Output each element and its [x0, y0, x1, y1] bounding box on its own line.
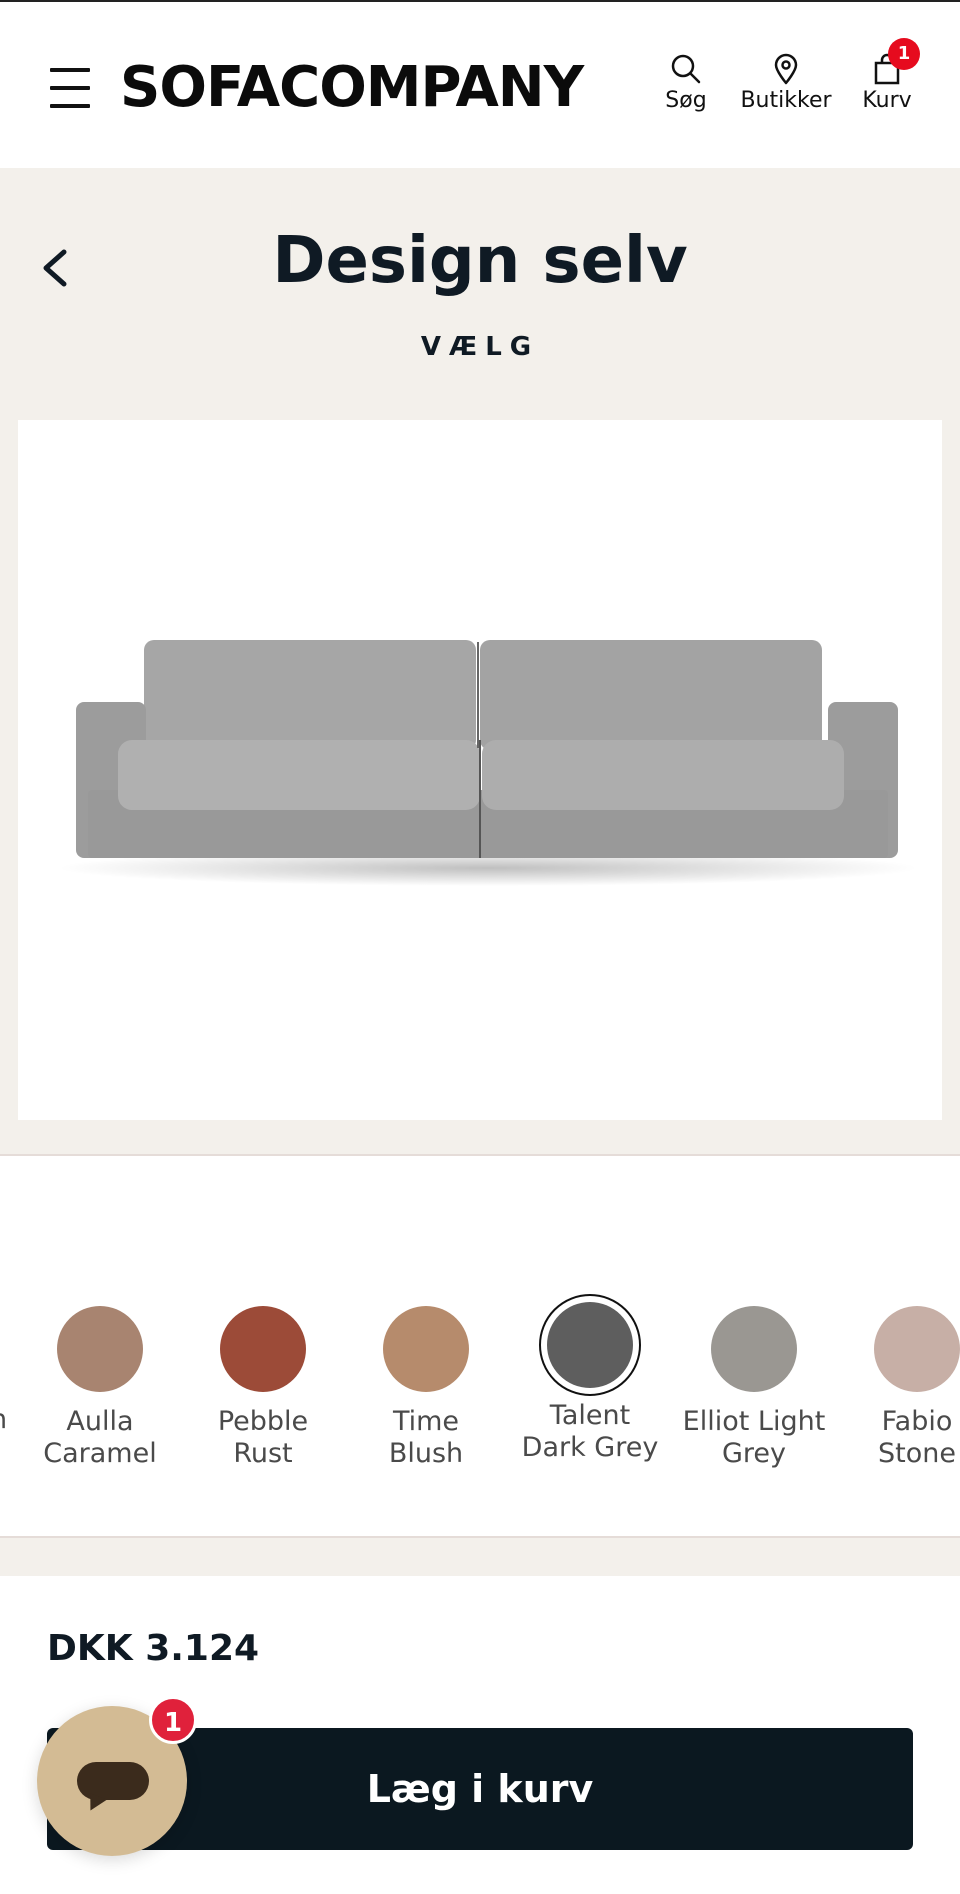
swatch-pebble-rust[interactable]: Pebble Rust — [183, 1306, 343, 1470]
swatch-label: Aulla Caramel — [43, 1406, 157, 1469]
site-logo[interactable]: SOFACOMPANY — [120, 48, 584, 128]
cart-label: Kurv — [862, 88, 912, 113]
page-title: Design selv — [272, 224, 688, 298]
swatch-color — [711, 1306, 797, 1392]
chat-notification-badge: 1 — [149, 1696, 197, 1744]
section-divider — [0, 1538, 960, 1576]
swatch-color — [220, 1306, 306, 1392]
chat-launcher-button[interactable]: 1 — [37, 1696, 197, 1856]
swatch-time-blush[interactable]: Time Blush — [346, 1306, 506, 1470]
swatch-color — [547, 1302, 633, 1388]
swatch-talent-dark-grey[interactable]: Talent Dark Grey — [510, 1294, 670, 1464]
search-button[interactable]: Søg — [664, 52, 708, 113]
swatch-label: Pebble Rust — [217, 1406, 309, 1469]
product-price: DKK 3.124 — [47, 1628, 260, 1669]
chat-bubble-icon — [77, 1762, 149, 1800]
cart-count-badge: 1 — [888, 38, 920, 70]
swatch-selected-ring — [539, 1294, 641, 1396]
stores-label: Butikker — [740, 88, 832, 113]
fabric-swatch-carousel[interactable]: n AullaCaramel PebbleRust TimeBlush Tale… — [0, 1158, 960, 1538]
swatch-label: Elliot Light Grey — [682, 1406, 826, 1469]
design-section: Design selv VÆLG — [0, 168, 960, 1156]
sofa-product-image — [58, 640, 918, 886]
search-label: Søg — [665, 88, 707, 113]
swatch-color — [57, 1306, 143, 1392]
swatch-fabio-stone[interactable]: Fabio Stone — [837, 1306, 960, 1470]
swatch-color — [383, 1306, 469, 1392]
swatch-label: Talent Dark Grey — [521, 1400, 659, 1463]
swatch-elliot-light-grey[interactable]: Elliot Light Grey — [674, 1306, 834, 1470]
page-subtitle: VÆLG — [420, 332, 540, 362]
swatch-label: Fabio Stone — [878, 1406, 956, 1469]
swatch-aulla-caramel[interactable]: Aulla Caramel — [20, 1306, 180, 1470]
swatch-color — [874, 1306, 960, 1392]
swatch-label: Time Blush — [388, 1406, 464, 1469]
site-header: SOFACOMPANY Søg Butikker 1 Kurv — [0, 0, 960, 168]
cart-button[interactable]: 1 Kurv — [860, 38, 920, 113]
search-icon — [671, 54, 701, 84]
product-image-container — [18, 420, 942, 1120]
location-pin-icon — [774, 53, 798, 85]
swatch-partial-label: n — [0, 1404, 7, 1435]
menu-icon[interactable] — [50, 66, 90, 110]
stores-button[interactable]: Butikker — [738, 52, 834, 113]
